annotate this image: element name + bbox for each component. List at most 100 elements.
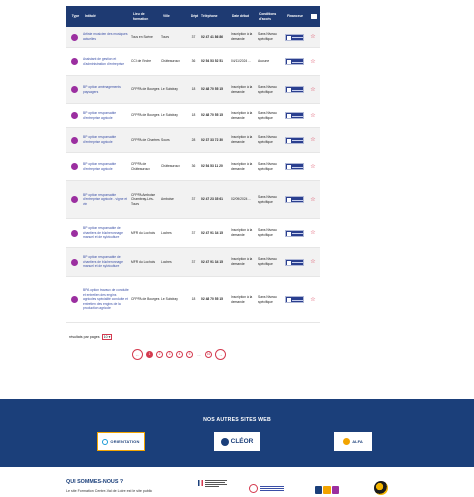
favorite-cell: ☆ [306, 34, 320, 40]
favorite-star-icon[interactable]: ☆ [310, 113, 315, 119]
page-button-1[interactable]: 1 [146, 350, 153, 358]
table-row: BP option responsable de chantiers de bû… [66, 219, 320, 248]
favorite-cell: ☆ [306, 297, 320, 303]
partner-link-cleor[interactable]: CLÉOR [214, 432, 260, 451]
lieu-cell: CFPPA de Bourges [131, 113, 160, 118]
financeur-cell [282, 296, 306, 303]
financeur-cell [282, 136, 306, 144]
phone-cell[interactable]: 02 47 91 34 15 [199, 231, 230, 236]
about-title: QUI SOMMES-NOUS ? [66, 479, 124, 485]
header-ville[interactable]: Ville [161, 14, 188, 19]
financeur-logo [284, 112, 304, 119]
phone-cell[interactable]: 02 48 70 55 15 [199, 297, 230, 302]
header-title[interactable]: Intitulé [83, 14, 131, 19]
partner-logo-small[interactable] [315, 486, 339, 494]
phone-cell[interactable]: 02 47 23 35 61 [199, 197, 230, 202]
table-header: Type Intitulé Lieu de formation Ville Dé… [66, 6, 320, 27]
formation-title-link[interactable]: BP option responsable de chantiers de bû… [83, 226, 131, 240]
header-date[interactable]: Date début [230, 14, 257, 19]
formation-title-link[interactable]: Artiste musicien des musiques actuelles [83, 32, 131, 41]
phone-cell[interactable]: 02 48 70 55 15 [199, 87, 230, 92]
conditions-cell: Sans Niveau spécifique [258, 161, 277, 171]
bilan-logo-lines [260, 485, 284, 491]
dept-cell: 28 [191, 137, 196, 142]
phone-cell[interactable]: 02 47 91 34 15 [199, 260, 230, 265]
page-button-last[interactable]: 16 [205, 350, 212, 358]
financeur-cell [282, 163, 306, 170]
header-tel[interactable]: Téléphone [199, 14, 230, 19]
lieu-cell: CFPPA Amboise Chambray-Lès-Tours [131, 192, 156, 206]
formation-title-link[interactable]: BP option responsable d'entreprise agric… [83, 193, 131, 207]
formation-title-link[interactable]: Assistant de gestion et d'administration… [83, 57, 131, 66]
type-cell [66, 229, 83, 237]
favorite-star-icon[interactable]: ☆ [310, 197, 315, 203]
perpage-select[interactable]: 10 ▾ [101, 334, 113, 340]
favorite-star-icon[interactable]: ☆ [310, 164, 315, 170]
type-cell [66, 136, 83, 144]
formation-title-link[interactable]: BP option aménagements paysagers [83, 85, 131, 94]
dept-cell: 36 [191, 59, 196, 64]
partner-link-alfa[interactable]: ALFA [334, 432, 372, 451]
header-dept[interactable]: Dépt [188, 14, 199, 19]
next-page-button[interactable]: → [215, 348, 226, 360]
type-cell [66, 58, 83, 65]
favorite-star-icon[interactable]: ☆ [310, 297, 315, 303]
favorite-star-icon[interactable]: ☆ [310, 34, 315, 40]
region-logo-lines [205, 480, 227, 487]
ville-cell: Amboise [161, 197, 174, 202]
header-fin[interactable]: Financeur [282, 14, 306, 19]
page-button-2[interactable]: 2 [156, 350, 163, 358]
dept-cell: 37 [191, 197, 196, 202]
financeur-logo [284, 229, 304, 237]
table-row: Artiste musicien des musiques actuelles T… [66, 27, 320, 48]
conditions-cell: Sans Niveau spécifique [258, 110, 277, 120]
lieu-cell: Tous en Scène [131, 34, 153, 39]
financeur-logo [284, 258, 304, 266]
header-lieu[interactable]: Lieu de formation [131, 12, 161, 21]
phone-cell[interactable]: 02 47 41 86 86 [199, 35, 230, 40]
formation-title-link[interactable]: BP option responsable d'entreprise agric… [83, 162, 131, 171]
conditions-cell: Sans Niveau spécifique [258, 257, 277, 266]
date-cell: 04/11/2024 ... [231, 59, 251, 64]
phone-cell[interactable]: 02 54 53 52 51 [199, 59, 230, 64]
ville-cell: Sours [161, 137, 170, 142]
formation-title-link[interactable]: BP option responsable de chantiers de bû… [83, 255, 131, 269]
financeur-cell [282, 258, 306, 266]
region-logo[interactable] [198, 480, 232, 494]
financeur-cell [282, 86, 306, 93]
flag-icon [198, 480, 203, 486]
formation-title-link[interactable]: BP option responsable d'entreprise agric… [83, 111, 131, 120]
page-button-5[interactable]: 5 [186, 350, 193, 358]
folder-icon[interactable] [311, 14, 317, 19]
bilan-logo[interactable] [249, 482, 289, 494]
dept-cell: 37 [191, 230, 196, 235]
favorite-star-icon[interactable]: ☆ [310, 87, 315, 93]
lieu-cell: CFPPA de Châteauroux [131, 161, 150, 171]
phone-cell[interactable]: 02 48 70 55 15 [199, 113, 230, 118]
financeur-logo [284, 196, 304, 203]
favorite-star-icon[interactable]: ☆ [310, 230, 315, 236]
partner-link-orientation[interactable]: ORIENTATION [97, 432, 145, 451]
formation-type-icon [71, 229, 78, 237]
page-button-3[interactable]: 3 [166, 350, 173, 358]
formation-title-link[interactable]: BPA option travaux de conduite et entret… [83, 288, 131, 311]
page-button-4[interactable]: 4 [176, 350, 183, 358]
header-fav[interactable] [306, 14, 320, 19]
date-cell: Inscription à la demande [231, 110, 253, 120]
phone-cell[interactable]: 02 54 53 11 20 [199, 164, 230, 169]
date-cell: Inscription à la demande [231, 32, 253, 41]
header-cond[interactable]: Conditions d'accès [257, 12, 282, 21]
phone-cell[interactable]: 02 37 33 72 30 [199, 138, 230, 143]
date-cell: Inscription à la demande [231, 84, 253, 94]
prev-page-button[interactable]: ← [132, 348, 143, 360]
favorite-star-icon[interactable]: ☆ [310, 137, 315, 143]
ville-cell: Châteauroux [161, 164, 180, 169]
header-type[interactable]: Type [66, 14, 83, 19]
favorite-star-icon[interactable]: ☆ [310, 59, 315, 65]
alfa-logo-text: ALFA [352, 439, 363, 444]
perpage-label: résultats par pages [69, 335, 100, 339]
date-cell: Inscription à la demande [231, 228, 253, 237]
favorite-star-icon[interactable]: ☆ [310, 259, 315, 265]
partner-logo-round[interactable] [374, 481, 388, 495]
formation-title-link[interactable]: BP option responsable d'entreprise agric… [83, 135, 131, 144]
